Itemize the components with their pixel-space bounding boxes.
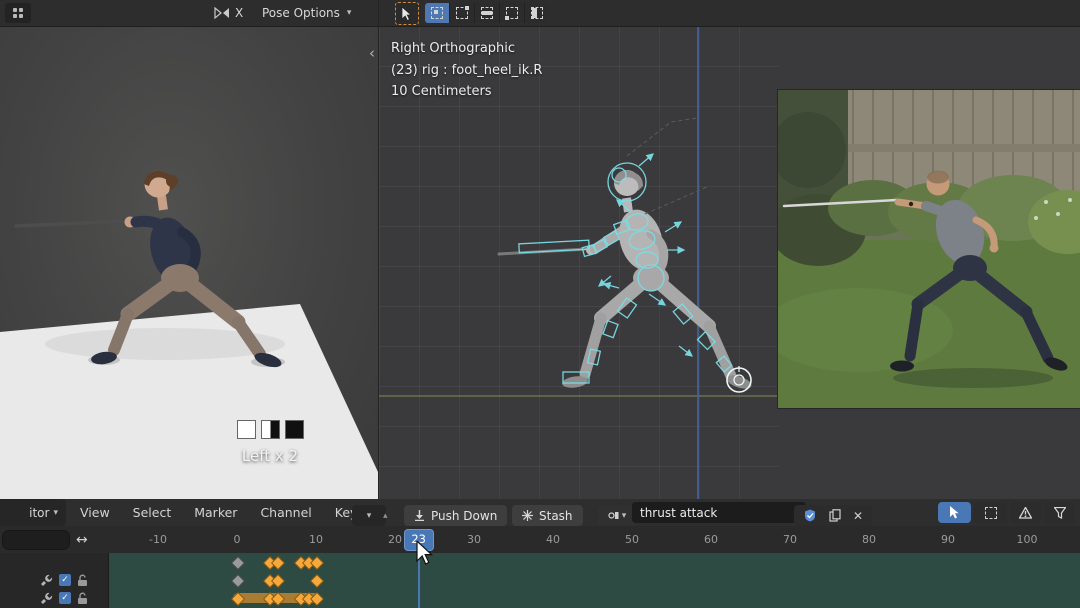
active-bone-label: (23) rig : foot_heel_ik.R [391,60,542,82]
timeline-ruler[interactable]: ↔ -100102030405060708090100 23 [0,526,1080,554]
view-label: Right Orthographic [391,38,542,60]
channel-list: ✓ ✓ [0,553,109,608]
editor-type-button[interactable] [5,3,31,23]
ruler-label: 20 [388,526,402,553]
chevron-down-icon: ▾ [347,8,352,18]
select-mode-extend[interactable] [450,3,475,23]
ruler-label: 60 [704,526,718,553]
menu-channel[interactable]: Channel [260,505,311,520]
unlink-action-button[interactable]: ✕ [844,502,872,529]
close-icon: ✕ [844,505,872,526]
ruler-label: 90 [941,526,955,553]
blender-window: X Pose Options ▾ [0,0,1080,608]
rig-mesh [499,170,753,391]
viewport-editor-icon [13,8,23,18]
shield-icon [804,509,816,522]
tweak-tool-icon [401,7,413,21]
reference-video [778,90,1080,408]
hidden-objects-toggle[interactable] [974,502,1007,523]
pose-options-dropdown[interactable]: Pose Options ▾ [262,0,351,26]
header-right-icons [938,502,1075,523]
select-mode-invert[interactable] [500,3,525,23]
push-down-icon [414,510,425,521]
render-viewport[interactable]: X Pose Options ▾ [0,0,379,499]
mouse-cursor [416,541,438,569]
stereo-passes-icon [222,420,318,439]
move-up-button[interactable]: ▴ [383,502,388,529]
stash-button[interactable]: Stash [512,502,583,529]
ruler-label: 40 [546,526,560,553]
checkbox-enabled[interactable]: ✓ [59,574,71,586]
action-name-field[interactable]: thrust attack [632,502,806,523]
stereo-label: Left x 2 [222,447,318,465]
mirror-x-label: X [235,6,243,20]
snowflake-icon [522,510,533,521]
only-selected-toggle[interactable] [938,502,971,523]
ruler-ticks: -10 0 10 20 30 40 50 60 70 80 90 100 [0,526,1080,553]
menu-bar: View Select Marker Channel Key [80,499,357,526]
lock-open-icon [77,592,88,605]
channel-list-item[interactable]: ✓ [0,589,108,607]
layers-dropdown[interactable]: ▾ [352,502,386,529]
warning-icon [1019,507,1032,519]
mirror-x-toggle[interactable]: X [214,0,243,26]
channel-row-3[interactable] [108,589,1080,608]
checkbox-enabled[interactable]: ✓ [59,592,71,604]
dashed-box-icon [985,507,997,519]
keyframe[interactable] [231,556,245,570]
chevron-down-icon: ▾ [622,511,627,521]
viewport-text-overlay: Right Orthographic (23) rig : foot_heel_… [391,38,542,103]
menu-marker[interactable]: Marker [194,505,237,520]
grid-scale-label: 10 Centimeters [391,81,542,103]
select-mode-new[interactable] [425,3,450,23]
ruler-label: 0 [234,526,241,553]
select-mode-intersect[interactable] [525,3,549,23]
ruler-label: 80 [862,526,876,553]
channel-area: ✓ ✓ [0,553,1080,608]
chevron-down-icon: ▾ [53,508,58,518]
ruler-label: 30 [467,526,481,553]
render-viewport-header: X Pose Options ▾ [0,0,378,27]
channel-row-1[interactable] [108,553,1080,572]
dope-sheet-header: itor ▾ View Select Marker Channel Key ▾ … [0,499,1080,527]
channel-row-2[interactable] [108,571,1080,590]
filter-button[interactable] [1044,502,1075,523]
keyframe[interactable] [231,574,245,588]
wrench-icon [40,592,53,605]
render-scene[interactable] [0,26,378,499]
errors-toggle[interactable] [1010,502,1041,523]
pointer-icon [949,506,960,519]
funnel-icon [1054,507,1066,519]
ruler-label: 70 [783,526,797,553]
channel-list-item[interactable]: ✓ [0,571,108,589]
ruler-label: 100 [1017,526,1038,553]
lock-open-icon [77,574,88,587]
stereo-overlay: Left x 2 [222,420,318,465]
pose-viewport-header [379,0,1080,27]
keyframe[interactable] [310,574,324,588]
dope-sheet: itor ▾ View Select Marker Channel Key ▾ … [0,499,1080,608]
action-icon [608,510,619,521]
ruler-label: 50 [625,526,639,553]
sidebar-collapse-arrow[interactable]: ‹ [369,44,375,62]
ruler-label: 10 [309,526,323,553]
mirror-icon [214,6,230,20]
pose-options-label: Pose Options [262,6,340,20]
push-down-button[interactable]: Push Down [404,502,507,529]
duplicate-icon [829,509,841,522]
select-mode-group [425,3,549,23]
active-tool-button[interactable] [395,2,419,25]
ruler-label: -10 [149,526,167,553]
menu-view[interactable]: View [80,505,110,520]
wrench-icon [40,574,53,587]
select-mode-subtract[interactable] [475,3,500,23]
browse-action-button[interactable]: ▾ [598,502,636,529]
menu-select[interactable]: Select [133,505,172,520]
editor-type-selector[interactable]: itor ▾ [0,499,66,526]
